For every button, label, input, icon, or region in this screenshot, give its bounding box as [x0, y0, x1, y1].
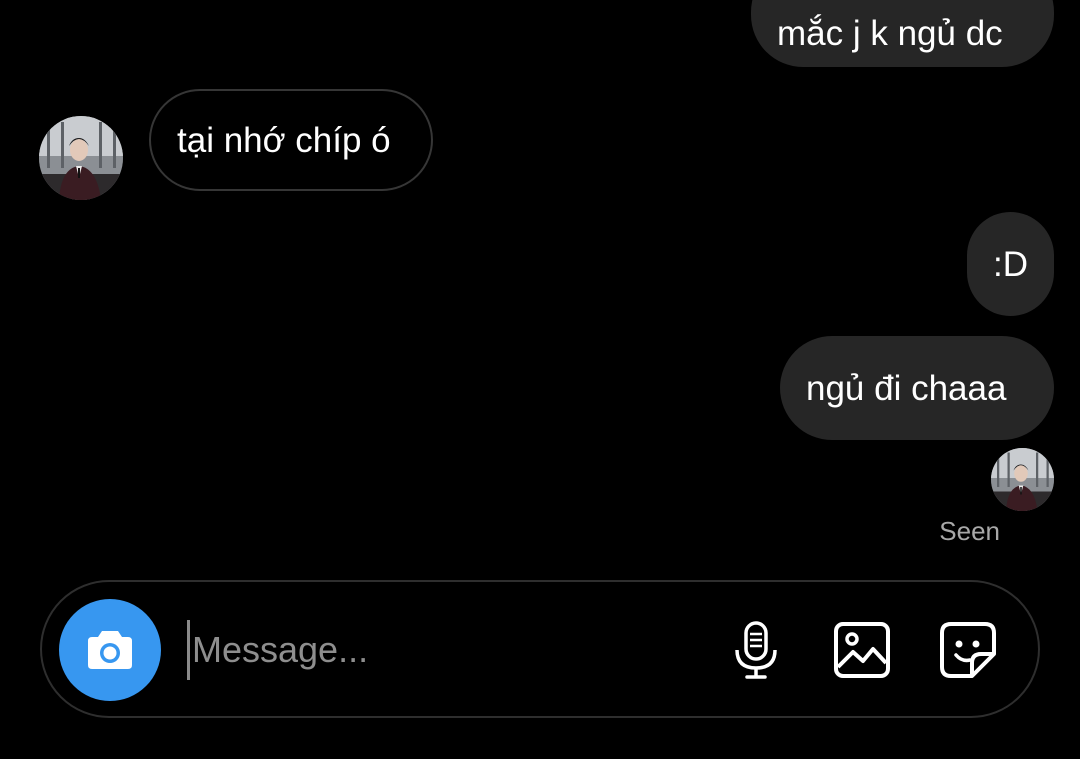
- message-bubble-sent[interactable]: mắc j k ngủ dc: [751, 0, 1054, 67]
- sticker-button[interactable]: [938, 620, 998, 680]
- message-bubble-received[interactable]: tại nhớ chíp ó: [149, 89, 433, 191]
- message-text: ngủ đi chaaa: [806, 368, 1007, 408]
- gallery-button[interactable]: [832, 620, 892, 680]
- avatar-image: [39, 116, 123, 200]
- microphone-icon: [735, 621, 777, 679]
- contact-avatar[interactable]: [39, 116, 123, 200]
- voice-message-button[interactable]: [726, 620, 786, 680]
- message-bubble-sent[interactable]: ngủ đi chaaa: [780, 336, 1054, 440]
- message-text: tại nhớ chíp ó: [177, 120, 391, 160]
- message-composer: [40, 580, 1040, 718]
- camera-icon: [88, 631, 132, 669]
- sticker-icon: [940, 622, 996, 678]
- image-icon: [834, 622, 890, 678]
- camera-button[interactable]: [59, 599, 161, 701]
- message-bubble-sent[interactable]: :D: [967, 212, 1054, 316]
- seen-status: Seen: [939, 516, 1000, 546]
- avatar-image: [991, 448, 1054, 511]
- message-text: :D: [993, 244, 1028, 284]
- message-text: mắc j k ngủ dc: [777, 14, 1003, 53]
- seen-by-avatar: [991, 448, 1054, 511]
- message-input[interactable]: [187, 620, 712, 680]
